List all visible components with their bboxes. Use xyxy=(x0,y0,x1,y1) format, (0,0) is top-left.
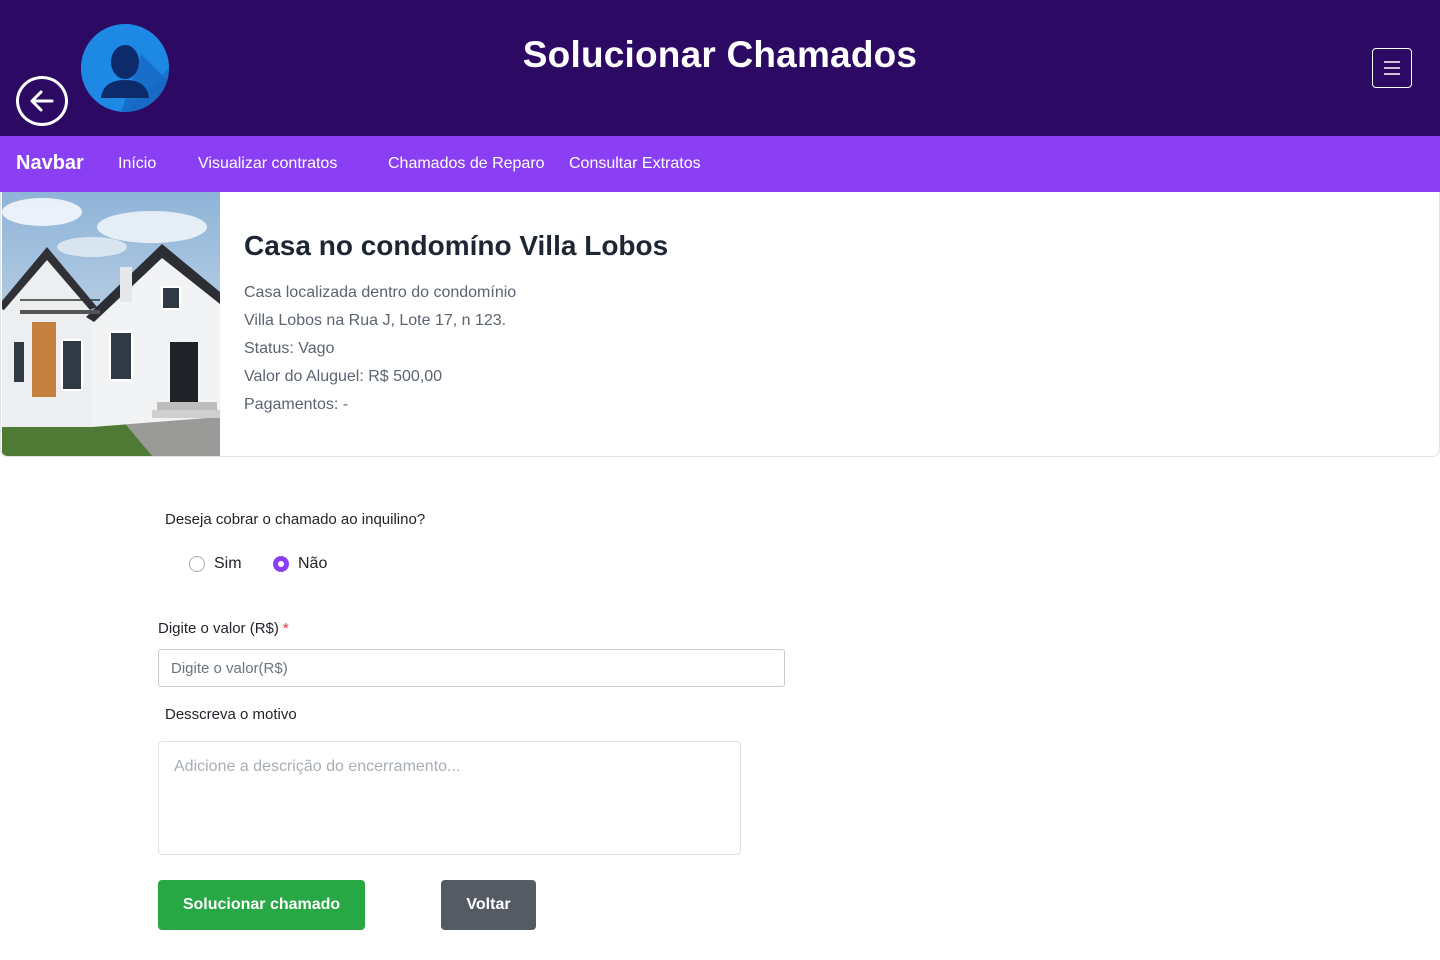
navbar-brand[interactable]: Navbar xyxy=(16,152,84,175)
radio-option-nao[interactable]: Não xyxy=(273,555,327,573)
property-card: Casa no condomíno Villa Lobos Casa local… xyxy=(0,192,1440,457)
nav-link-inicio[interactable]: Início xyxy=(118,155,156,173)
hamburger-menu-icon xyxy=(1384,61,1400,75)
house-photo xyxy=(2,192,220,456)
motivo-textarea[interactable] xyxy=(158,741,741,855)
required-mark: * xyxy=(282,620,289,637)
property-title: Casa no condomíno Villa Lobos xyxy=(244,230,669,261)
nav-link-consultar-extratos[interactable]: Consultar Extratos xyxy=(569,155,701,173)
top-header: Solucionar Chamados xyxy=(0,0,1440,136)
menu-toggle-button[interactable] xyxy=(1372,48,1412,88)
back-button[interactable] xyxy=(16,76,68,126)
property-rent-value: Valor do Aluguel: R$ 500,00 xyxy=(244,368,443,385)
value-field-label: Digite o valor (R$) * xyxy=(158,620,289,637)
nav-link-chamados-reparo[interactable]: Chamados de Reparo xyxy=(388,155,545,173)
radio-nao-circle[interactable] xyxy=(273,556,289,572)
property-description-line-1: Casa localizada dentro do condomínio xyxy=(244,284,517,301)
property-description-line-2: Villa Lobos na Rua J, Lote 17, n 123. xyxy=(244,312,507,329)
page-title: Solucionar Chamados xyxy=(522,34,918,75)
back-form-button[interactable]: Voltar xyxy=(441,880,536,930)
property-payments: Pagamentos: - xyxy=(244,396,349,413)
radio-sim-label: Sim xyxy=(214,555,242,572)
motivo-field-label: Desscreva o motivo xyxy=(165,706,297,723)
arrow-left-circle-icon xyxy=(30,90,54,112)
property-status: Status: Vago xyxy=(244,340,335,357)
value-label-text: Digite o valor (R$) xyxy=(158,620,279,637)
value-input[interactable] xyxy=(158,649,785,687)
nav-link-visualizar-contratos[interactable]: Visualizar contratos xyxy=(198,155,337,173)
charge-question-label: Deseja cobrar o chamado ao inquilino? xyxy=(165,511,426,528)
solve-ticket-button[interactable]: Solucionar chamado xyxy=(158,880,365,930)
radio-nao-label: Não xyxy=(298,555,328,572)
radio-sim-circle[interactable] xyxy=(189,556,205,572)
radio-option-sim[interactable]: Sim xyxy=(189,555,242,573)
navbar: Navbar Início Visualizar contratos Chama… xyxy=(0,136,1440,192)
